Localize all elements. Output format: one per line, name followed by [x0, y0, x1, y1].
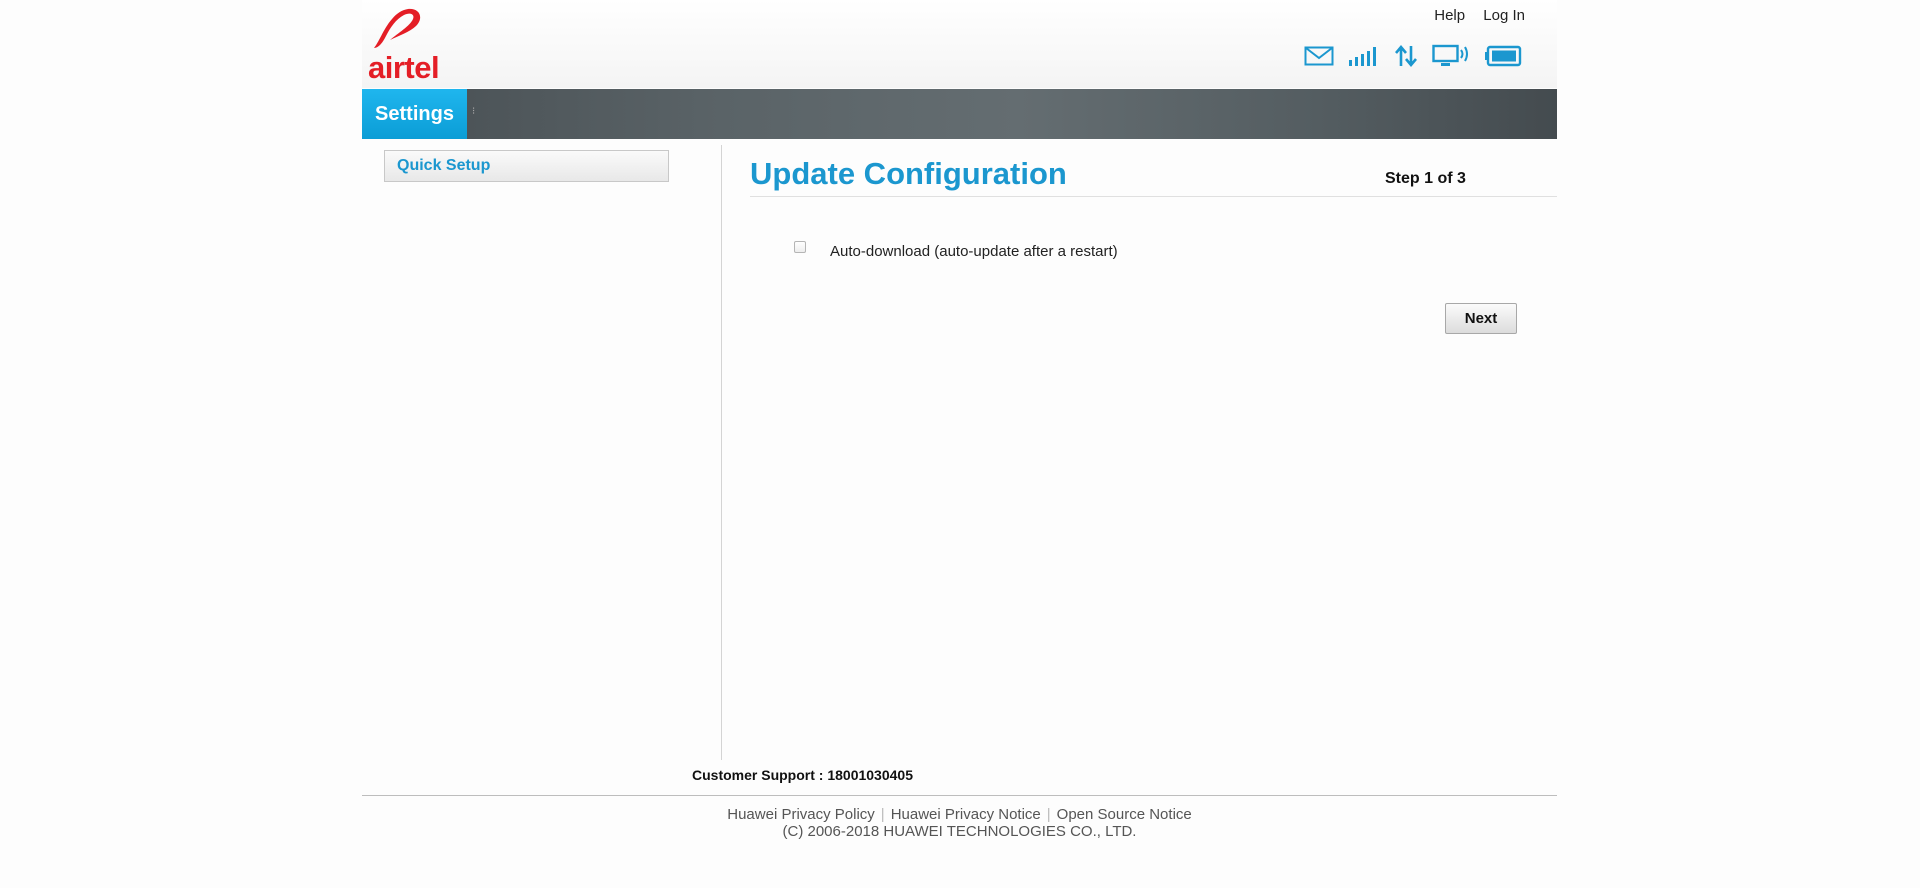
- footer-links: Huawei Privacy Policy | Huawei Privacy Not…: [362, 806, 1557, 823]
- airtel-wordmark: airtel: [368, 50, 440, 85]
- privacy-policy-link[interactable]: Huawei Privacy Policy: [721, 806, 881, 823]
- footer-divider: [362, 795, 1557, 796]
- open-source-notice-link[interactable]: Open Source Notice: [1051, 806, 1198, 823]
- copyright: (C) 2006-2018 HUAWEI TECHNOLOGIES CO., L…: [782, 823, 1137, 840]
- battery-icon: [1484, 45, 1522, 72]
- customer-support: Customer Support : 18001030405: [362, 767, 1557, 783]
- page-title: Update Configuration: [750, 156, 1067, 191]
- top-links: Help Log In: [1420, 7, 1525, 24]
- main-nav-bar: Settings ⁝: [362, 89, 1557, 139]
- tab-settings[interactable]: Settings: [362, 89, 467, 139]
- login-link[interactable]: Log In: [1483, 7, 1525, 24]
- customer-support-text: Customer Support : 18001030405: [692, 767, 913, 783]
- signal-strength-icon: [1348, 45, 1380, 72]
- airtel-swirl-icon: [374, 8, 421, 48]
- auto-download-label[interactable]: Auto-download (auto-update after a resta…: [830, 243, 1118, 260]
- nav-separator: ⁝: [472, 106, 476, 117]
- help-link[interactable]: Help: [1434, 7, 1465, 24]
- next-button[interactable]: Next: [1445, 303, 1517, 334]
- auto-download-checkbox[interactable]: [794, 241, 806, 253]
- top-header: airtel Help Log In: [362, 0, 1557, 88]
- step-indicator: Step 1 of 3: [1385, 170, 1466, 187]
- sidebar-item-quick-setup[interactable]: Quick Setup: [384, 150, 669, 182]
- title-underline: [750, 196, 1557, 197]
- airtel-logo[interactable]: airtel: [368, 6, 448, 84]
- status-bar: [1304, 44, 1522, 73]
- data-transfer-icon: [1394, 44, 1418, 73]
- connected-device-icon[interactable]: [1432, 44, 1470, 73]
- privacy-notice-link[interactable]: Huawei Privacy Notice: [885, 806, 1047, 823]
- page-frame: airtel Help Log In Settings ⁝ Quick Setu…: [362, 0, 1557, 888]
- content-divider: [721, 145, 722, 760]
- mail-icon[interactable]: [1304, 45, 1334, 72]
